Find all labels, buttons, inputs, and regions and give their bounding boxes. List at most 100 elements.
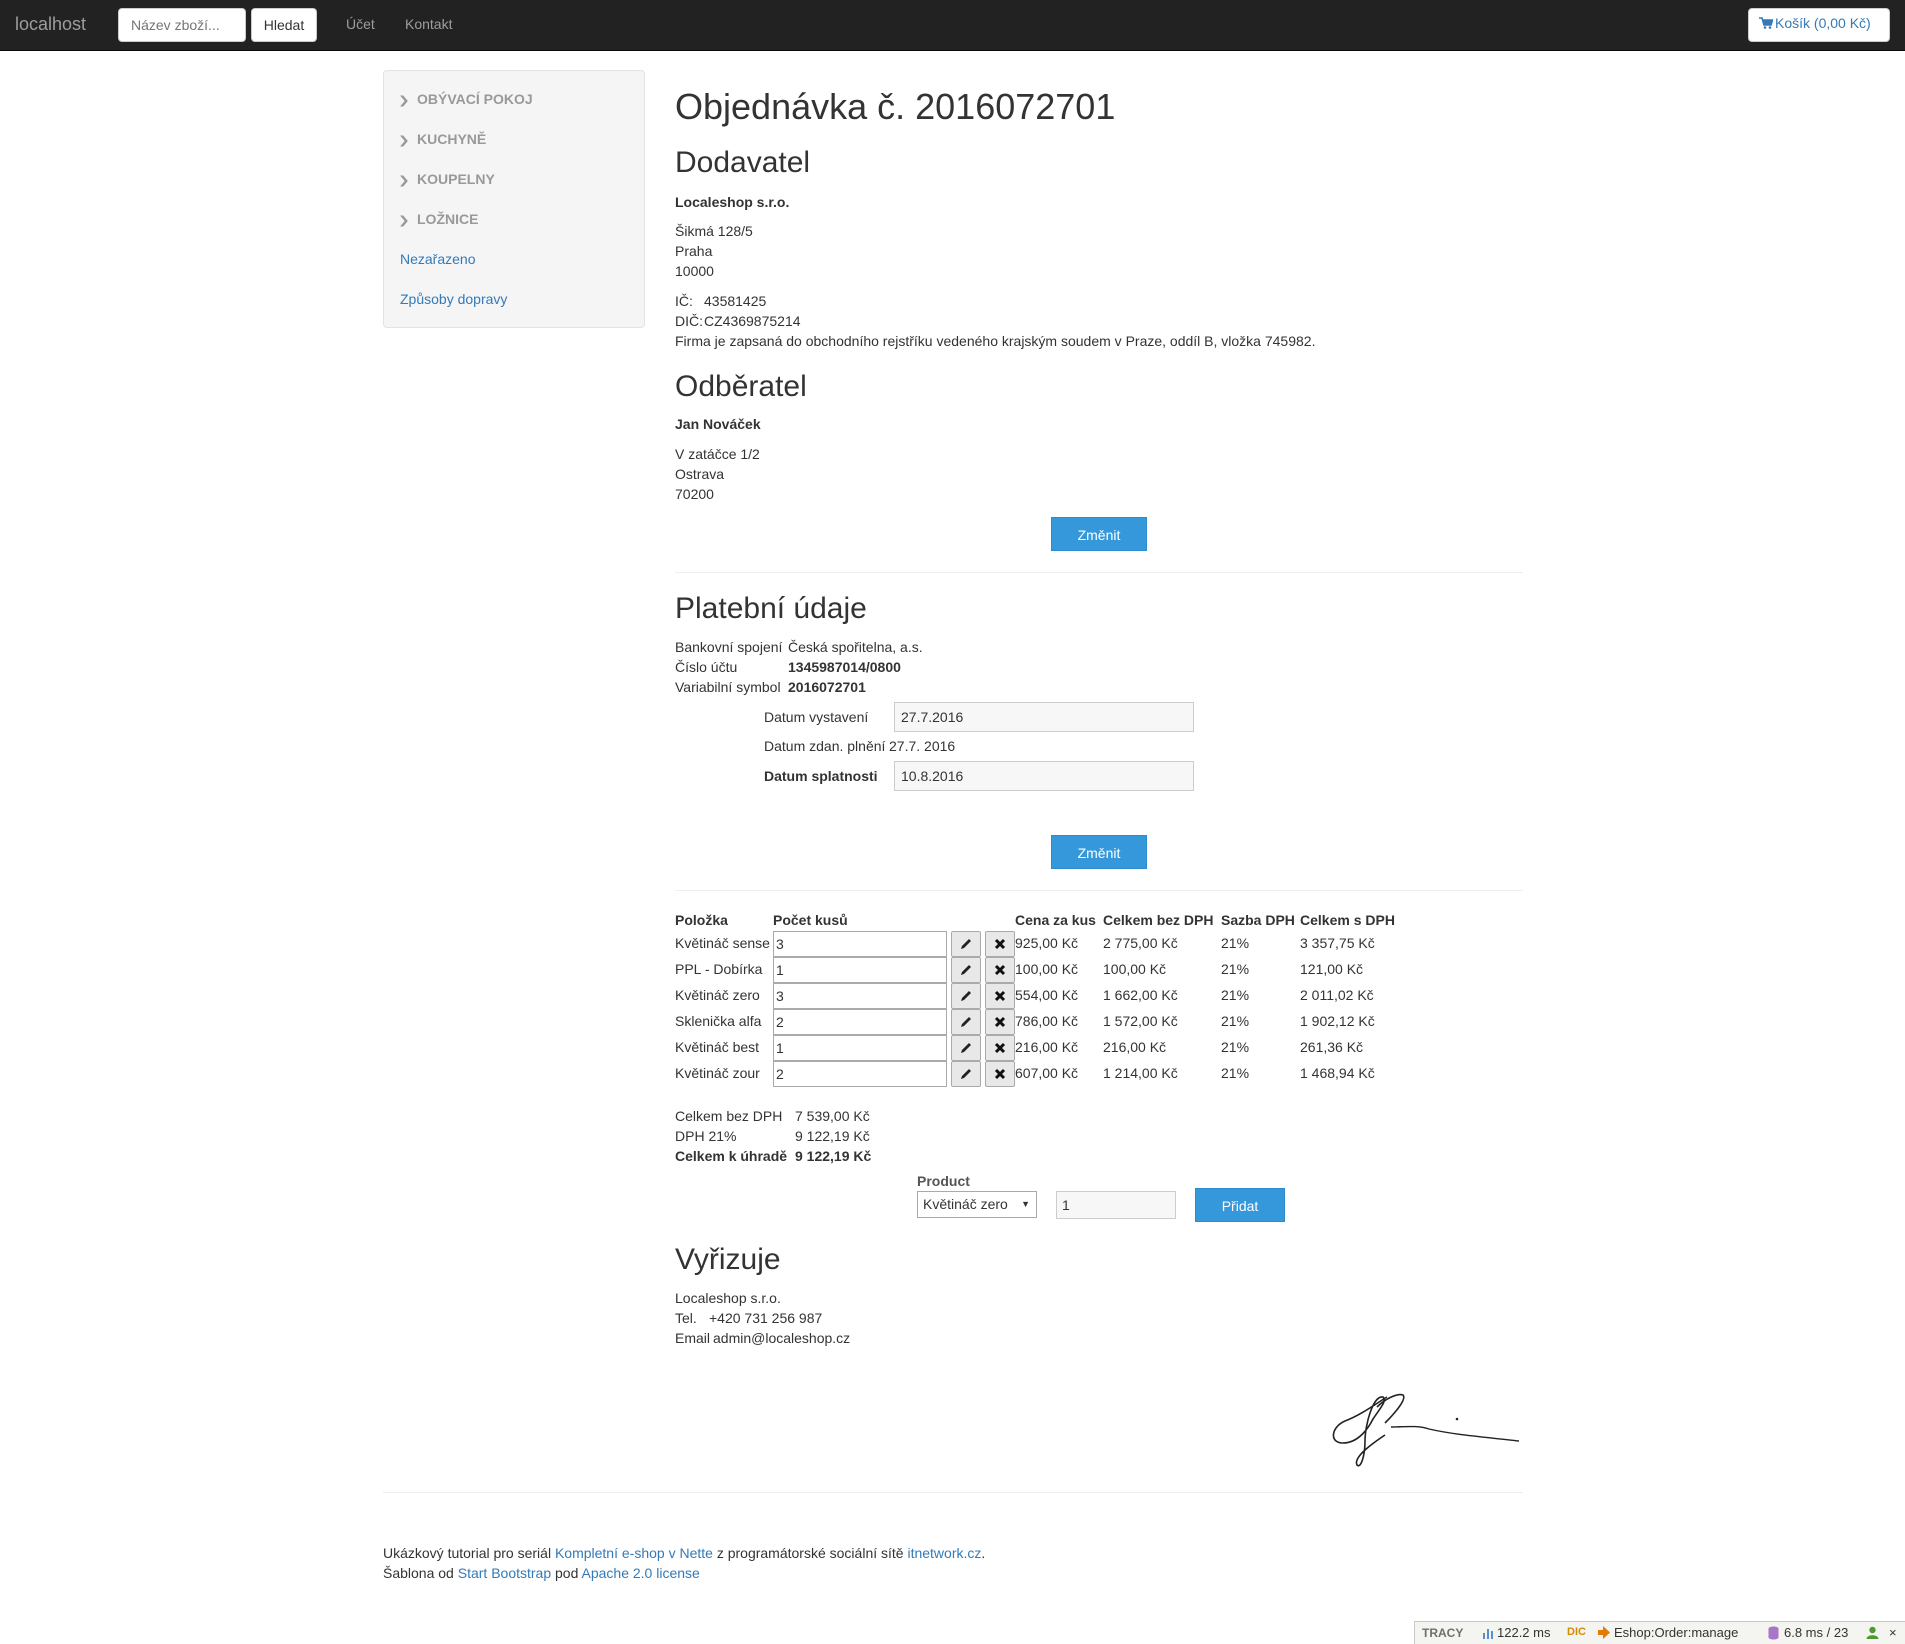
pencil-icon (961, 939, 971, 949)
footer-text: Šablona od (383, 1565, 458, 1581)
col-header-unit-price: Cena za kus (1015, 912, 1096, 928)
supplier-city: Praha (675, 243, 713, 259)
nav-account-link[interactable]: Účet (346, 16, 375, 32)
footer-text: z programátorské sociální sítě (712, 1545, 908, 1561)
item-name: Květináč sense (675, 935, 770, 951)
pencil-icon (961, 965, 971, 975)
tracy-logo[interactable]: TRACY (1422, 1626, 1463, 1640)
item-name: Květináč best (675, 1039, 760, 1055)
item-quantity-input[interactable] (773, 931, 947, 957)
bank-label: Bankovní spojení (675, 639, 783, 655)
grand-total-value: 9 122,19 Kč (795, 1148, 872, 1164)
handler-heading: Vyřizuje (675, 1243, 781, 1276)
tracy-presenter[interactable]: Eshop:Order:manage (1614, 1625, 1738, 1640)
footer-divider (383, 1492, 1523, 1493)
remove-item-button[interactable] (985, 1035, 1015, 1061)
item-name: PPL - Dobírka (675, 961, 763, 977)
total-vat-value: 9 122,19 Kč (795, 1128, 870, 1144)
item-unit-price: 925,00 Kč (1015, 935, 1079, 951)
item-unit-price: 216,00 Kč (1015, 1039, 1079, 1055)
search-button[interactable]: Hledat (251, 8, 317, 42)
product-select[interactable]: Květináč zero ▼ (917, 1191, 1037, 1218)
taxable-date-value: 27.7. 2016 (889, 738, 956, 754)
remove-item-button[interactable] (985, 1061, 1015, 1087)
tracy-time[interactable]: 122.2 ms (1497, 1625, 1550, 1640)
item-unit-price: 607,00 Kč (1015, 1065, 1079, 1081)
due-date-label: Datum splatnosti (764, 768, 878, 784)
add-product-label: Product (917, 1173, 970, 1189)
remove-item-button[interactable] (985, 983, 1015, 1009)
item-unit-price: 554,00 Kč (1015, 987, 1079, 1003)
nav-contact-link[interactable]: Kontakt (405, 16, 452, 32)
customer-name: Jan Nováček (675, 416, 761, 432)
item-quantity-input[interactable] (773, 1009, 947, 1035)
sidebar-category-living-room[interactable]: ❯ OBÝVACÍ POKOJ (397, 91, 533, 107)
brand-link[interactable]: localhost (15, 14, 86, 35)
remove-item-button[interactable] (985, 931, 1015, 957)
sidebar-category-kitchen[interactable]: ❯ KUCHYNĚ (398, 131, 486, 147)
product-quantity-input[interactable] (1056, 1191, 1176, 1219)
item-name: Květináč zero (675, 987, 760, 1003)
tracy-di-container[interactable]: DIC (1567, 1626, 1586, 1638)
item-unit-price: 100,00 Kč (1015, 961, 1079, 977)
edit-item-button[interactable] (951, 957, 981, 983)
item-total-net: 2 775,00 Kč (1103, 935, 1178, 951)
handler-name: Localeshop s.r.o. (675, 1290, 781, 1306)
supplier-registry-note: Firma je zapsaná do obchodního rejstříku… (675, 333, 1316, 349)
edit-item-button[interactable] (951, 1009, 981, 1035)
due-date-input[interactable] (894, 761, 1194, 791)
item-quantity-input[interactable] (773, 1061, 947, 1087)
pencil-icon (961, 1017, 971, 1027)
handler-tel-label: Tel. (675, 1310, 697, 1326)
remove-item-button[interactable] (985, 1009, 1015, 1035)
sidebar-link-shipping[interactable]: Způsoby dopravy (400, 291, 507, 307)
edit-item-button[interactable] (951, 1035, 981, 1061)
database-icon (1768, 1626, 1779, 1643)
remove-item-button[interactable] (985, 957, 1015, 983)
account-label: Číslo účtu (675, 659, 738, 675)
footer-text: pod (551, 1565, 582, 1581)
issue-date-input[interactable] (894, 702, 1194, 732)
sidebar-category-bedroom[interactable]: ❯ LOŽNICE (397, 211, 479, 227)
add-product-button[interactable]: Přidat (1195, 1188, 1285, 1222)
edit-item-button[interactable] (951, 983, 981, 1009)
cart-button[interactable]: Košík (0,00 Kč) (1748, 8, 1890, 42)
customer-street: V zatáčce 1/2 (675, 446, 760, 462)
issue-date-label: Datum vystavení (764, 709, 869, 725)
search-input[interactable] (118, 8, 246, 42)
item-quantity-input[interactable] (773, 957, 947, 983)
account-value: 1345987014/0800 (788, 659, 901, 675)
signature-image (1332, 1393, 1520, 1467)
chevron-down-icon: ❯ (397, 95, 410, 107)
change-customer-button[interactable]: Změnit (1051, 517, 1147, 551)
footer-link-itnetwork[interactable]: itnetwork.cz (907, 1545, 981, 1561)
footer-link-license[interactable]: Apache 2.0 license (582, 1565, 700, 1581)
item-name: Květináč zour (675, 1065, 760, 1081)
sidebar-category-label: KOUPELNY (417, 171, 495, 187)
item-vat-rate: 21% (1221, 1039, 1250, 1055)
edit-item-button[interactable] (951, 931, 981, 957)
chevron-down-icon: ❯ (397, 215, 410, 227)
change-payment-button[interactable]: Změnit (1051, 835, 1147, 869)
bar-chart-icon (1482, 1627, 1494, 1642)
total-vat-label: DPH 21% (675, 1128, 737, 1144)
item-quantity-input[interactable] (773, 983, 947, 1009)
footer-link-eshop-series[interactable]: Kompletní e-shop v Nette (555, 1545, 713, 1561)
divider (675, 890, 1523, 891)
taxable-date-label: Datum zdan. plnění (764, 738, 886, 754)
edit-item-button[interactable] (951, 1061, 981, 1087)
sidebar-category-bathrooms[interactable]: ❯ KOUPELNY (398, 171, 495, 187)
footer-line-2: Šablona od Start Bootstrap pod Apache 2.… (383, 1565, 700, 1581)
item-vat-rate: 21% (1221, 961, 1250, 977)
sidebar-category-label: OBÝVACÍ POKOJ (417, 91, 533, 107)
total-net-label: Celkem bez DPH (675, 1108, 783, 1124)
tracy-close-button[interactable]: × (1889, 1625, 1897, 1640)
pencil-icon (961, 1069, 971, 1079)
category-sidebar: ❯ OBÝVACÍ POKOJ ❯ KUCHYNĚ ❯ KOUPELNY ❯ LOŽNI… (383, 70, 645, 328)
footer-link-start-bootstrap[interactable]: Start Bootstrap (458, 1565, 551, 1581)
variable-symbol-value: 2016072701 (788, 679, 866, 695)
item-quantity-input[interactable] (773, 1035, 947, 1061)
tracy-database[interactable]: 6.8 ms / 23 (1784, 1625, 1848, 1640)
sidebar-link-uncategorized[interactable]: Nezařazeno (400, 251, 476, 267)
item-total-net: 100,00 Kč (1103, 961, 1167, 977)
